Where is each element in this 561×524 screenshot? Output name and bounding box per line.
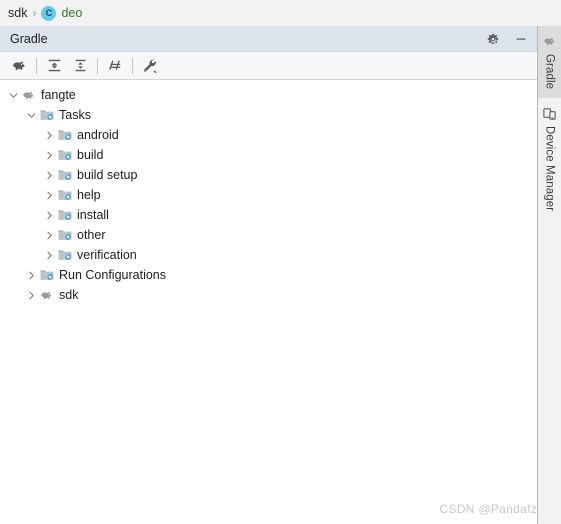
- page-title: Gradle: [10, 31, 48, 46]
- gradle-elephant-icon: [20, 86, 38, 104]
- task-folder-icon: [56, 246, 74, 264]
- tree-node-label: install: [77, 207, 109, 222]
- task-folder-icon: [38, 266, 56, 284]
- breadcrumb-separator: ›: [32, 6, 37, 20]
- rail-tab-label: Gradle: [543, 54, 556, 90]
- gear-icon[interactable]: [485, 31, 501, 47]
- chevron-right-icon[interactable]: [24, 265, 38, 285]
- tree-node[interactable]: verification: [0, 245, 537, 265]
- tree-node[interactable]: Run Configurations: [0, 265, 537, 285]
- chevron-right-icon[interactable]: [42, 225, 56, 245]
- task-folder-icon: [56, 166, 74, 184]
- chevron-right-icon[interactable]: [42, 185, 56, 205]
- device-manager-icon: [542, 105, 558, 121]
- tree-node-label: fangte: [41, 87, 76, 102]
- gradle-elephant-icon[interactable]: [6, 54, 32, 78]
- chevron-down-icon[interactable]: [24, 105, 38, 125]
- expand-all-icon[interactable]: [41, 54, 67, 78]
- tree-node[interactable]: fangte: [0, 85, 537, 105]
- tool-window-header-actions: [485, 26, 529, 52]
- tree-node-label: other: [77, 227, 106, 242]
- collapse-all-icon[interactable]: [67, 54, 93, 78]
- gradle-elephant-icon: [542, 33, 558, 49]
- gradle-elephant-icon: [38, 286, 56, 304]
- gradle-tool-window: Gradle fangte Tasks android build build …: [0, 26, 538, 524]
- breadcrumb-item-sdk[interactable]: sdk: [6, 6, 29, 20]
- chevron-right-icon[interactable]: [42, 245, 56, 265]
- tree-node-label: verification: [77, 247, 137, 262]
- chevron-right-icon[interactable]: [42, 205, 56, 225]
- task-folder-icon: [38, 106, 56, 124]
- chevron-right-icon[interactable]: [42, 145, 56, 165]
- rail-tab-device-manager[interactable]: Device Manager: [538, 98, 561, 220]
- watermark: CSDN @Pandafz: [439, 502, 537, 516]
- task-folder-icon: [56, 226, 74, 244]
- toggle-offline-icon[interactable]: [102, 54, 128, 78]
- breadcrumb-item-class[interactable]: C deo: [39, 5, 84, 21]
- chevron-right-icon[interactable]: [42, 165, 56, 185]
- chevron-down-icon[interactable]: [6, 85, 20, 105]
- tree-node-label: help: [77, 187, 101, 202]
- java-class-icon: C: [41, 5, 57, 21]
- tree-node-label: sdk: [59, 287, 79, 302]
- toolbar-divider: [97, 57, 98, 74]
- right-tool-rail: Gradle Device Manager: [538, 26, 561, 524]
- task-folder-icon: [56, 146, 74, 164]
- chevron-right-icon[interactable]: [24, 285, 38, 305]
- tree-node-label: build: [77, 147, 104, 162]
- tree-node[interactable]: help: [0, 185, 537, 205]
- gradle-toolbar: [0, 52, 537, 80]
- task-folder-icon: [56, 186, 74, 204]
- build-tool-settings-icon[interactable]: [137, 54, 163, 78]
- task-folder-icon: [56, 126, 74, 144]
- tree-node-label: android: [77, 127, 119, 142]
- chevron-right-icon[interactable]: [42, 125, 56, 145]
- tree-node[interactable]: build setup: [0, 165, 537, 185]
- tree-node-label: build setup: [77, 167, 138, 182]
- minimize-icon[interactable]: [513, 31, 529, 47]
- tool-window-header: Gradle: [0, 26, 537, 52]
- breadcrumb-class-label: deo: [61, 6, 83, 20]
- gradle-project-tree[interactable]: fangte Tasks android build build setup help in…: [0, 80, 537, 523]
- rail-tab-label: Device Manager: [543, 126, 556, 212]
- android-studio-window: sdk › C deo Gradle fangte Tasks android …: [0, 0, 561, 524]
- tree-node[interactable]: android: [0, 125, 537, 145]
- tree-node-label: Tasks: [59, 107, 91, 122]
- rail-tab-gradle[interactable]: Gradle: [538, 26, 561, 99]
- tree-node[interactable]: install: [0, 205, 537, 225]
- tree-node[interactable]: build: [0, 145, 537, 165]
- breadcrumb: sdk › C deo: [0, 0, 561, 26]
- tree-node[interactable]: Tasks: [0, 105, 537, 125]
- tree-node[interactable]: other: [0, 225, 537, 245]
- tree-node-label: Run Configurations: [59, 267, 167, 282]
- task-folder-icon: [56, 206, 74, 224]
- toolbar-divider: [36, 57, 37, 74]
- toolbar-divider: [132, 57, 133, 74]
- tree-node[interactable]: sdk: [0, 285, 537, 305]
